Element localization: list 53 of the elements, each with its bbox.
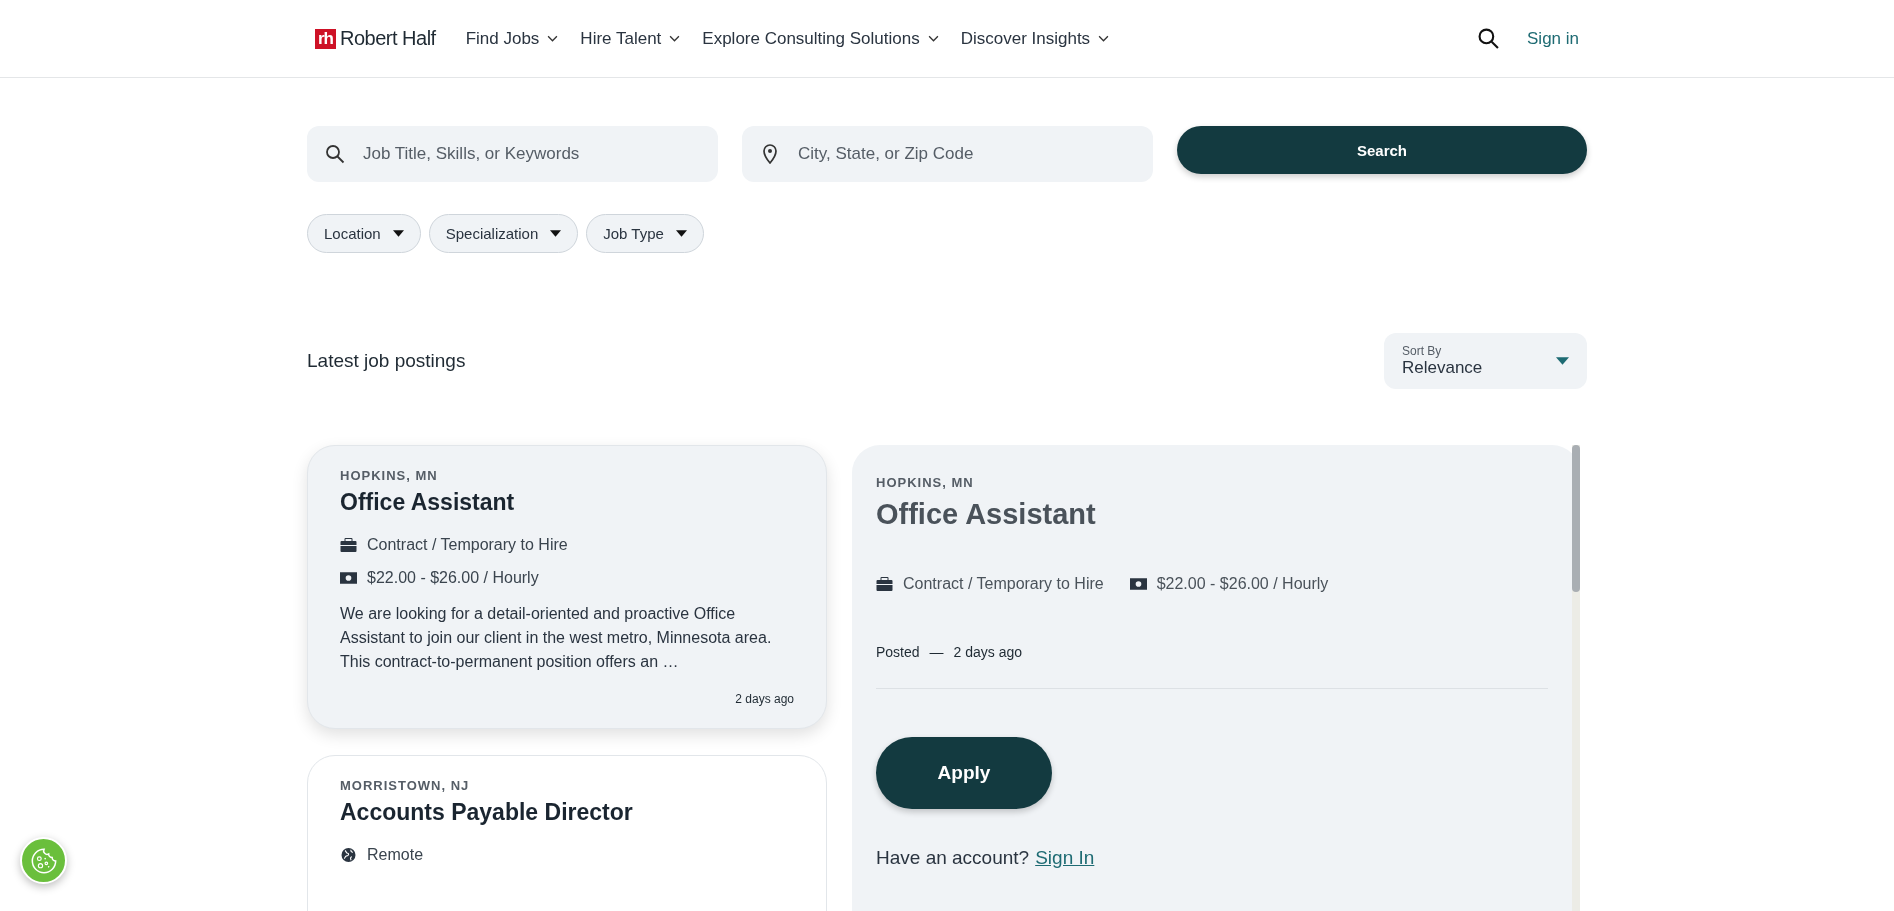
search-button[interactable]: Search [1177, 126, 1587, 174]
filter-dropdown[interactable]: Job Type [586, 214, 704, 253]
cookie-icon [29, 846, 58, 875]
banknote-icon [1129, 577, 1147, 591]
chevron-down-icon [1098, 35, 1110, 42]
job-location: MORRISTOWN, NJ [340, 778, 471, 793]
logo-text[interactable]: Robert Half [340, 27, 436, 50]
scrollbar-thumb[interactable] [1572, 445, 1580, 592]
caret-icon [550, 230, 562, 237]
sign-in-link[interactable]: Sign in [1527, 28, 1579, 49]
posted-time: 2 days ago [953, 644, 1023, 660]
job-card[interactable]: MORRISTOWN, NJ Accounts Payable Director Remote [307, 755, 827, 911]
filter-dropdown[interactable]: Location [307, 214, 421, 253]
banknote-icon [340, 571, 357, 585]
posted-time: 2 days ago [734, 692, 794, 706]
keyword-search-field[interactable]: Job Title, Skills, or Keywords [307, 126, 718, 182]
nav-menu-button[interactable]: Hire Talent [580, 28, 681, 49]
job-title: Office Assistant [340, 489, 516, 516]
briefcase-icon [340, 538, 357, 552]
job-detail: Remote [367, 846, 424, 864]
caret-icon [675, 230, 687, 237]
chevron-down-icon [669, 35, 681, 42]
job-location: HOPKINS, MN [340, 468, 439, 483]
apply-button[interactable]: Apply [876, 737, 1052, 809]
job-detail: Contract / Temporary to Hire [903, 575, 1104, 593]
nav-menu-button[interactable]: Explore Consulting Solutions [702, 28, 939, 49]
location-search-field[interactable]: City, State, or Zip Code [742, 126, 1153, 182]
job-detail: Contract / Temporary to Hire [367, 536, 568, 554]
map-pin-icon [760, 144, 780, 164]
search-icon [325, 144, 345, 164]
job-detail: $22.00 - $26.00 / Hourly [367, 569, 539, 587]
account-prompt: Have an account? [876, 847, 1030, 869]
section-heading: Latest job postings [307, 350, 466, 372]
job-summary: We are looking for a detail-oriented and proactive Office Assistant to join our client in the west metro, Minnesota area. This contract-to-permanent position offers an … [340, 604, 773, 672]
search-icon[interactable] [1478, 28, 1499, 49]
briefcase-icon [876, 577, 893, 591]
sort-dropdown[interactable]: Sort By Relevance [1384, 333, 1587, 389]
job-title: Accounts Payable Director [340, 799, 634, 826]
logo-mark[interactable]: rh [315, 28, 336, 49]
separator-dash: — [929, 644, 944, 660]
posted-label: Posted [876, 644, 920, 660]
nav-menu-button[interactable]: Find Jobs [465, 28, 559, 49]
job-location: HOPKINS, MN [876, 475, 975, 490]
caret-icon [392, 230, 404, 237]
sign-in-link[interactable]: Sign In [1035, 847, 1095, 869]
job-detail: $22.00 - $26.00 / Hourly [1156, 575, 1329, 593]
chevron-down-icon [927, 35, 939, 42]
chevron-down-icon [547, 35, 559, 42]
caret-icon [1556, 357, 1569, 365]
nav-menu-button[interactable]: Discover Insights [960, 28, 1110, 49]
job-title: Office Assistant [876, 498, 1097, 531]
filter-dropdown[interactable]: Specialization [428, 214, 579, 253]
job-card[interactable] [307, 445, 827, 729]
